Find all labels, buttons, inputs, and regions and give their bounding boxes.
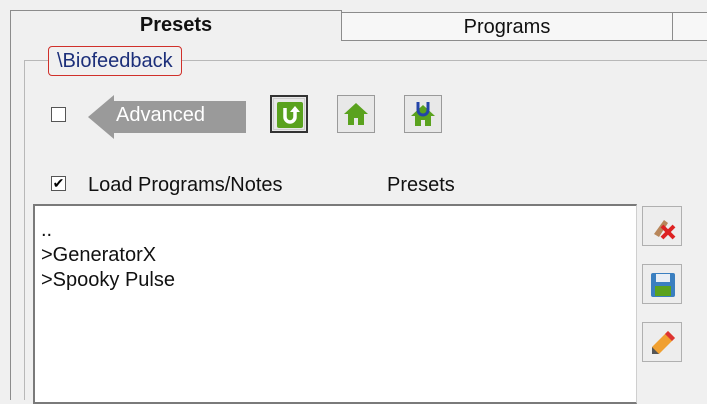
- erase-button[interactable]: [642, 206, 682, 246]
- home-u-button[interactable]: [404, 95, 442, 133]
- load-programs-label[interactable]: Load Programs/Notes: [88, 174, 283, 197]
- list-item[interactable]: >GeneratorX: [35, 243, 636, 268]
- save-icon: [651, 273, 675, 297]
- list-item[interactable]: ..: [35, 218, 636, 243]
- edit-button[interactable]: [642, 322, 682, 362]
- advanced-checkbox[interactable]: [51, 107, 66, 122]
- group-title: \Biofeedback: [48, 46, 182, 76]
- refresh-button[interactable]: [270, 95, 308, 133]
- load-programs-checkbox[interactable]: ✔: [51, 176, 66, 191]
- erase-icon: [654, 220, 676, 240]
- presets-header: Presets: [387, 174, 455, 196]
- home-button[interactable]: [337, 95, 375, 133]
- home-u-icon: [411, 102, 435, 126]
- tab-presets[interactable]: Presets: [10, 10, 342, 41]
- home-icon: [344, 103, 368, 125]
- presets-list[interactable]: .. >GeneratorX >Spooky Pulse: [33, 204, 637, 404]
- advanced-label[interactable]: Advanced: [116, 104, 205, 127]
- edit-icon: [652, 331, 675, 354]
- refresh-icon: [277, 102, 303, 128]
- list-item[interactable]: >Spooky Pulse: [35, 268, 636, 293]
- tab-bar: Presets Programs: [0, 0, 707, 41]
- save-button[interactable]: [642, 264, 682, 304]
- tab-more[interactable]: [672, 12, 707, 40]
- tab-programs[interactable]: Programs: [339, 12, 675, 40]
